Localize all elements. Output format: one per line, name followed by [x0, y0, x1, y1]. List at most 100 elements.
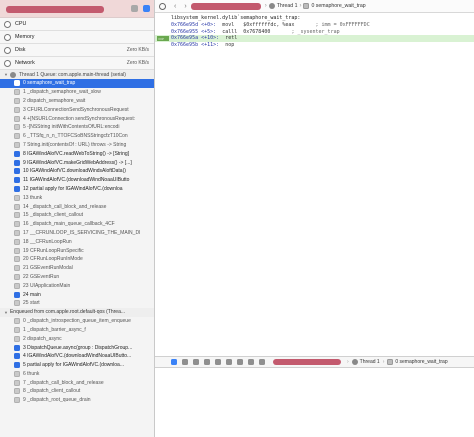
- stack-frame[interactable]: 1 _dispatch_semaphore_wait_slow: [0, 88, 154, 97]
- frame-icon: [14, 247, 20, 254]
- frame-icon: [14, 370, 20, 377]
- step-in-icon[interactable]: [215, 359, 221, 365]
- frame-icon: [14, 379, 20, 386]
- gauge-row-network[interactable]: Network Zero KB/s: [0, 57, 154, 70]
- frame-icon: [14, 265, 20, 272]
- frame-icon: [14, 344, 20, 351]
- stack-frame[interactable]: 14 _dispatch_call_block_and_release: [0, 202, 154, 211]
- frame-label: 2 dispatch_semaphore_wait: [23, 97, 86, 104]
- stack-frame[interactable]: 2 dispatch_semaphore_wait: [0, 97, 154, 106]
- stack-frame[interactable]: 25 start: [0, 299, 154, 308]
- frame-icon: [14, 362, 20, 369]
- stack-frame[interactable]: 7 _dispatch_call_block_and_release: [0, 378, 154, 387]
- stack-frame[interactable]: 4 IGAWindAlofVC.(downloadWindNoaaUIButto…: [0, 352, 154, 361]
- stack-frame[interactable]: 12 partial apply for IGAWindAlofVC.(down…: [0, 185, 154, 194]
- frame-icon: [14, 353, 20, 360]
- enqueued-label: Enqueued from com.apple.root.default-qos…: [9, 309, 126, 316]
- step-over-icon[interactable]: [204, 359, 210, 365]
- instruction: calll 0x7678400: [222, 28, 271, 35]
- stack-frame[interactable]: 15 _dispatch_client_callout: [0, 211, 154, 220]
- stack-frame[interactable]: 9 IGAWindAlofVC.makeGridWebAddress() -> …: [0, 158, 154, 167]
- stack-frame[interactable]: 4 +[NSURLConnection sendSynchronousReque…: [0, 114, 154, 123]
- frame-label: 25 start: [23, 300, 40, 307]
- frame-label: 14 _dispatch_call_block_and_release: [23, 203, 107, 210]
- frame-label: 22 GSEventRun: [23, 273, 60, 280]
- forward-arrow-icon[interactable]: ›: [184, 3, 186, 10]
- frame-icon: [14, 273, 20, 280]
- thread-row[interactable]: ▼ Thread 1 Queue: com.apple.main-thread …: [0, 70, 154, 79]
- frame-icon: [14, 168, 20, 175]
- stack-frame[interactable]: 8 IGAWindAlofVC.readWebToString() -> [St…: [0, 149, 154, 158]
- console-area[interactable]: [155, 368, 474, 437]
- disassembly-line[interactable]: 0x766e95b <+11>: nop: [155, 42, 474, 49]
- stack-frame[interactable]: 9 _dispatch_root_queue_drain: [0, 396, 154, 405]
- stack-frame[interactable]: 6 thunk: [0, 370, 154, 379]
- debug-navigator: CPU Memory Disk Zero KB/s Network Zero KB/s ▼…: [0, 0, 155, 437]
- program-counter-icon[interactable]: ⟹: [157, 35, 169, 41]
- gauge-row-cpu[interactable]: CPU: [0, 18, 154, 31]
- separator-icon: ›: [347, 359, 349, 365]
- enqueued-row[interactable]: ▼ Enqueued from com.apple.root.default-q…: [0, 307, 154, 317]
- gauge-row-memory[interactable]: Memory: [0, 31, 154, 44]
- filter-icon[interactable]: [131, 5, 138, 12]
- stack-frame[interactable]: 6 _TTSfq_n_n_TTOFCSoBNSStringcfzT10Con: [0, 132, 154, 141]
- stack-frame[interactable]: 19 CFRunLoopRunSpecific: [0, 246, 154, 255]
- disassembly-view: libsystem_kernel.dylib`semaphore_wait_tr…: [155, 14, 474, 48]
- stack-frame[interactable]: 2 dispatch_async: [0, 334, 154, 343]
- frame-icon: [14, 185, 20, 192]
- pause-icon[interactable]: [193, 359, 199, 365]
- stack-frame[interactable]: 0 semaphore_wait_trap: [0, 79, 154, 88]
- stack-frame[interactable]: 8 _dispatch_client_callout: [0, 387, 154, 396]
- stack-frame[interactable]: 10 IGAWindAlofVC.downloadWindsAloftData(…: [0, 167, 154, 176]
- stack-frame[interactable]: 16 _dispatch_main_queue_callback_4CF: [0, 220, 154, 229]
- instruction-address: 0x766e95b <+11>:: [171, 41, 220, 48]
- stack-frame[interactable]: 20 CFRunLoopRunInMode: [0, 255, 154, 264]
- memory-graph-icon[interactable]: [248, 359, 254, 365]
- jumpbar-frame[interactable]: 0 semaphore_wait_trap: [311, 3, 365, 9]
- stack-frame[interactable]: 3 CFURLConnectionSendSynchronousRequest: [0, 105, 154, 114]
- stack-frame-list: 0 semaphore_wait_trap 1 _dispatch_semapho…: [0, 79, 154, 308]
- frame-label: 21 GSEventRunModal: [23, 265, 73, 272]
- stack-frame[interactable]: 5 -[NSString initWithContentsOfURL:encod…: [0, 123, 154, 132]
- view-hierarchy-icon[interactable]: [237, 359, 243, 365]
- toggle-console-icon[interactable]: [171, 359, 177, 365]
- disclosure-triangle-icon[interactable]: ▼: [4, 72, 8, 77]
- cpu-gauge-icon: [4, 20, 11, 28]
- frame-label: 0 semaphore_wait_trap: [23, 80, 76, 87]
- disclosure-triangle-icon[interactable]: ▼: [4, 310, 8, 315]
- stack-frame[interactable]: 11 IGAWindAlofVC.(downloadWindNoaaUIButt…: [0, 176, 154, 185]
- back-arrow-icon[interactable]: ‹: [174, 3, 176, 10]
- stack-frame[interactable]: 23 UIApplicationMain: [0, 281, 154, 290]
- gauge-row-disk[interactable]: Disk Zero KB/s: [0, 44, 154, 57]
- frame-icon: [14, 326, 20, 333]
- stack-frame[interactable]: 13 thunk: [0, 193, 154, 202]
- debugbar-frame[interactable]: 0 semaphore_wait_trap: [395, 359, 447, 365]
- step-out-icon[interactable]: [226, 359, 232, 365]
- breakpoints-icon[interactable]: [182, 359, 188, 365]
- frame-label: 1 _dispatch_semaphore_wait_slow: [23, 89, 101, 96]
- frame-label: 24 main: [23, 291, 41, 298]
- stack-frame[interactable]: 24 main: [0, 290, 154, 299]
- stack-frame[interactable]: 0 _dispatch_introspection_queue_item_enq…: [0, 317, 154, 326]
- stack-frame[interactable]: 5 partial apply for IGAWindAlofVC.(downl…: [0, 361, 154, 370]
- instruction-address: 0x766e955 <+5>:: [171, 28, 217, 35]
- related-items-icon[interactable]: [159, 2, 166, 10]
- frame-label: 9 IGAWindAlofVC.makeGridWebAddress() -> …: [23, 159, 132, 166]
- stack-frame[interactable]: 7 String.init(contentsOf : URL) throws -…: [0, 141, 154, 150]
- frame-icon: [14, 159, 20, 166]
- debugbar-thread[interactable]: Thread 1: [360, 359, 380, 365]
- frame-label: 4 IGAWindAlofVC.(downloadWindNoaaUIButto…: [23, 353, 132, 360]
- simulate-location-icon[interactable]: [259, 359, 265, 365]
- frame-label: 9 _dispatch_root_queue_drain: [23, 397, 91, 404]
- stack-frame[interactable]: 1 _dispatch_barrier_async_f: [0, 326, 154, 335]
- process-view-icon[interactable]: [143, 5, 150, 12]
- stack-frame[interactable]: 18 __CFRunLoopRun: [0, 237, 154, 246]
- frame-icon: [14, 221, 20, 228]
- stack-frame[interactable]: 17 __CFRUNLOOP_IS_SERVICING_THE_MAIN_DI: [0, 229, 154, 238]
- jumpbar-thread[interactable]: Thread 1: [277, 3, 298, 9]
- stack-frame[interactable]: 3 DispatchQueue.async(group : DispatchGr…: [0, 343, 154, 352]
- frame-label: 11 IGAWindAlofVC.(downloadWindNoaaUIButt…: [23, 177, 130, 184]
- stack-frame[interactable]: 22 GSEventRun: [0, 273, 154, 282]
- stack-frame[interactable]: 21 GSEventRunModal: [0, 264, 154, 273]
- frame-label: 10 IGAWindAlofVC.downloadWindsAloftData(…: [23, 168, 126, 175]
